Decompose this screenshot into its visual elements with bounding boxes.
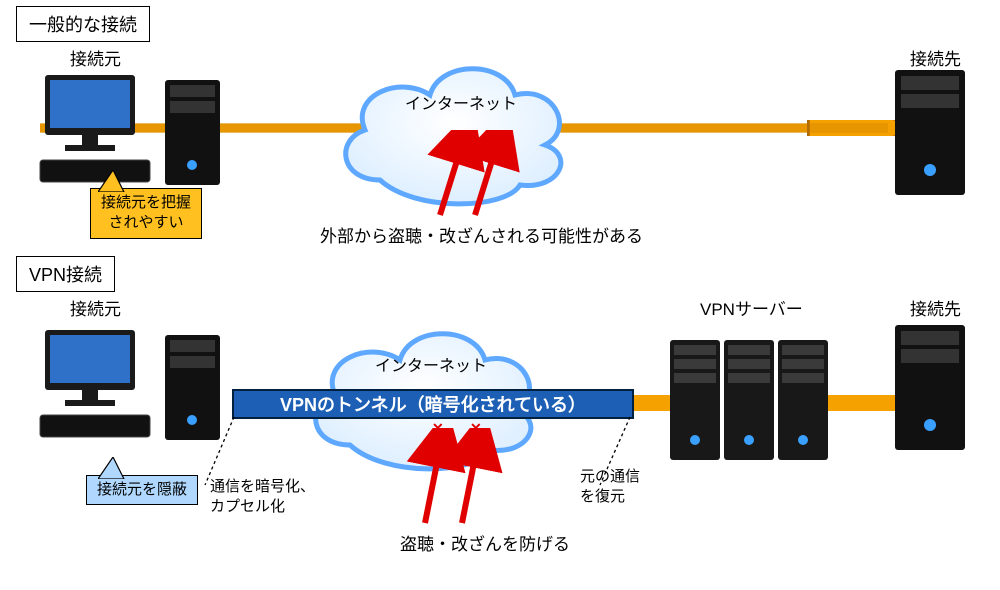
source-computer-bottom: [30, 320, 230, 450]
dest-server-bottom: [885, 315, 975, 455]
dest-server-top: [885, 60, 975, 200]
threat-arrows-bottom: [400, 428, 510, 528]
section-tag-vpn: VPN接続: [16, 256, 115, 292]
threat-arrows-top: [410, 130, 520, 220]
section-tag-general: 一般的な接続: [16, 6, 150, 42]
callout-pointer-top: [98, 170, 128, 192]
source-callout-top-text: 接続元を把握 されやすい: [101, 194, 191, 231]
cloud-label-bottom: インターネット: [375, 352, 487, 376]
source-callout-top: 接続元を把握 されやすい: [90, 188, 202, 239]
cloud-label-top: インターネット: [405, 90, 517, 114]
section-title-top: 一般的な接続: [29, 15, 137, 35]
source-callout-bottom: 接続元を隠蔽: [86, 475, 198, 505]
source-callout-bottom-text: 接続元を隠蔽: [97, 481, 187, 498]
threat-caption-bottom: 盗聴・改ざんを防げる: [400, 530, 570, 555]
source-label-bottom: 接続元: [70, 295, 121, 320]
note-right: 元の通信 を復元: [580, 467, 640, 508]
vpn-server-rack: [660, 315, 840, 485]
source-computer-top: [30, 65, 230, 195]
section-title-bottom: VPN接続: [29, 265, 102, 285]
note-left: 通信を暗号化、 カプセル化: [210, 477, 315, 518]
threat-caption-top: 外部から盗聴・改ざんされる可能性がある: [320, 222, 643, 247]
callout-pointer-bottom: [98, 457, 128, 479]
